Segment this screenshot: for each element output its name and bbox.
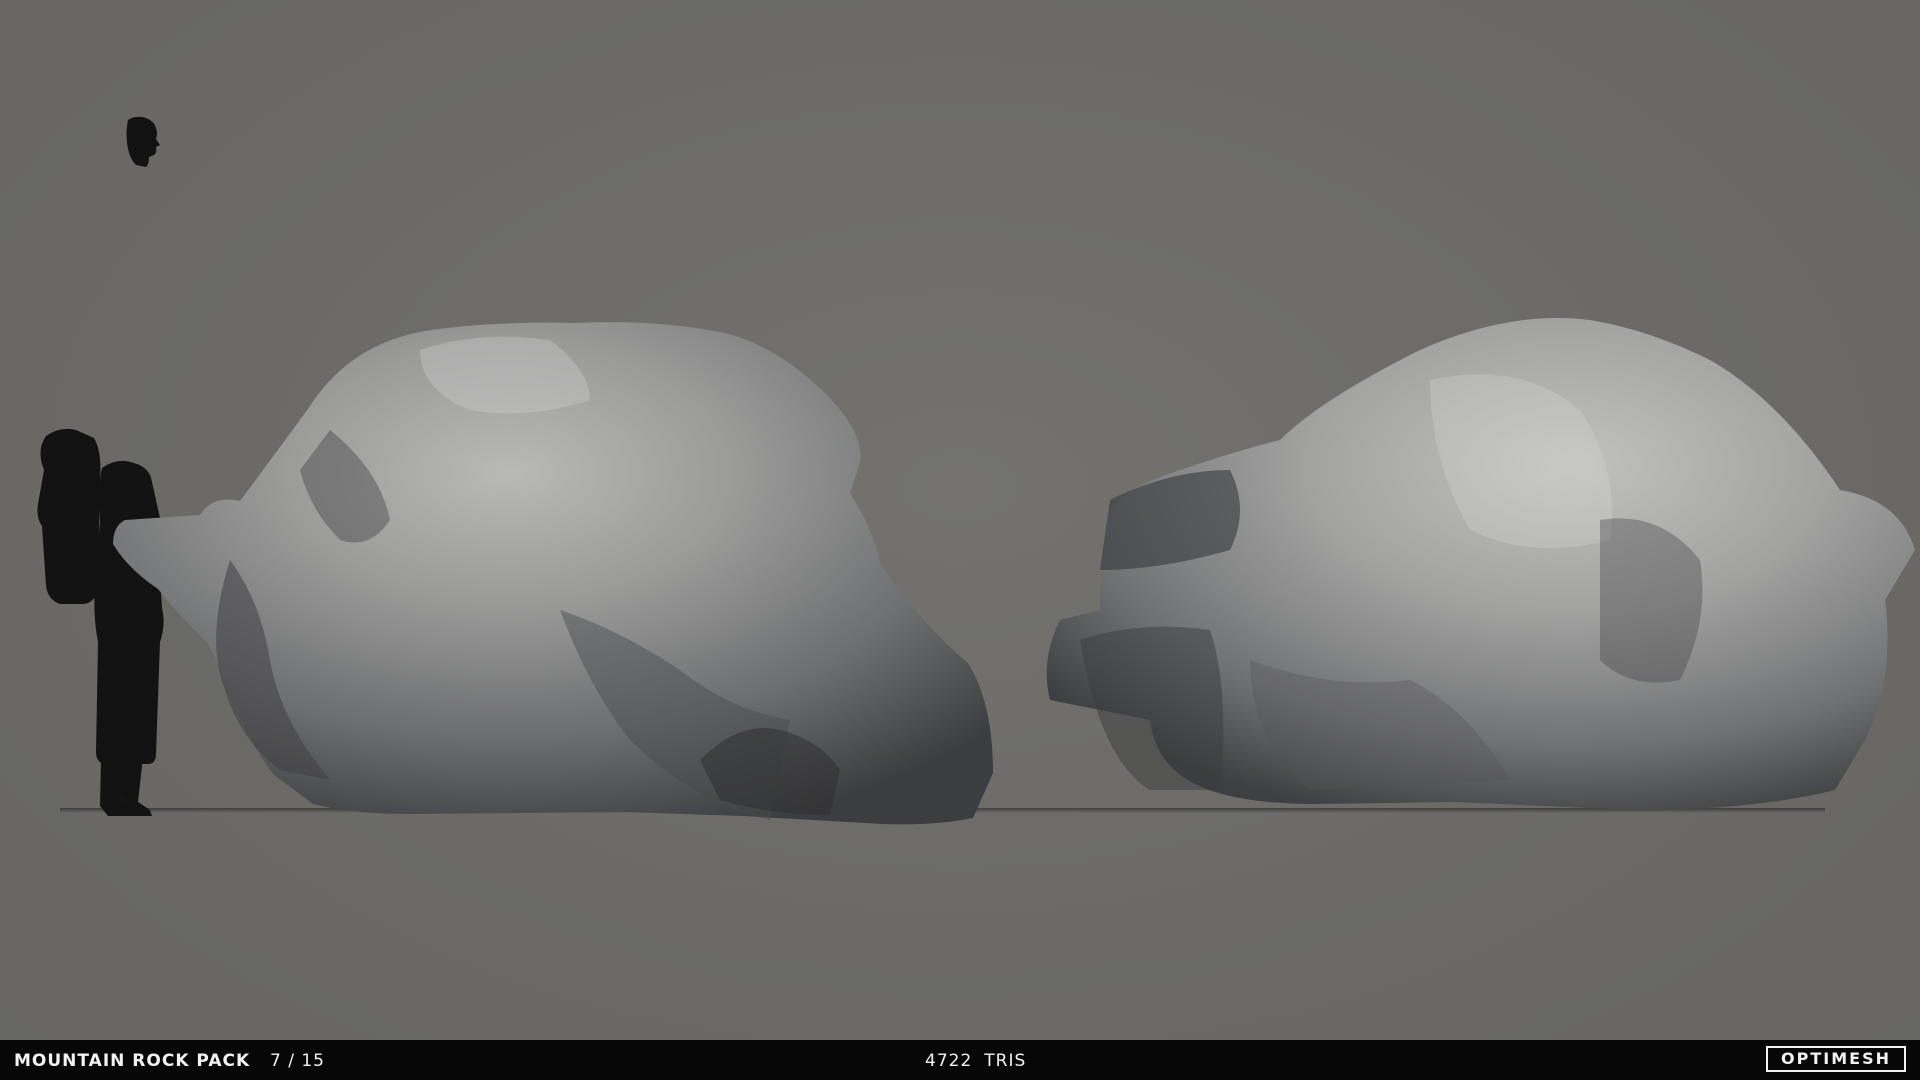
human-scale-silhouette [37, 116, 164, 816]
triangle-count-readout: 4722 TRIS [925, 1051, 1026, 1071]
footer-bar: MOUNTAIN ROCK PACK 7 / 15 4722 TRIS OPTIM… [0, 1040, 1920, 1080]
render-preview: MOUNTAIN ROCK PACK 7 / 15 4722 TRIS OPTIM… [0, 0, 1920, 1080]
triangle-count-unit: TRIS [984, 1051, 1027, 1071]
page-counter: 7 / 15 [270, 1051, 325, 1071]
brand-logo: OPTIMESH [1766, 1046, 1906, 1072]
triangle-count-value: 4722 [925, 1051, 973, 1071]
render-viewport [37, 116, 1915, 825]
pack-title: MOUNTAIN ROCK PACK [14, 1051, 251, 1071]
right-boulder [1046, 318, 1915, 810]
left-boulder [113, 322, 993, 825]
